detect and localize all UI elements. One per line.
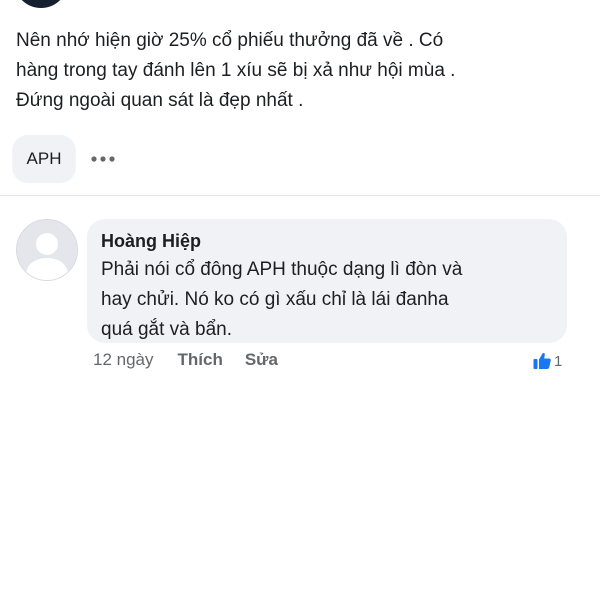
commenter-avatar[interactable] <box>16 219 78 281</box>
post-tag-row: APH <box>12 135 118 183</box>
comment-text-line: Phải nói cổ đông APH thuộc dạng lì đòn v… <box>101 259 463 280</box>
post-text: Nên nhớ hiện giờ 25% cổ phiếu thưởng đã … <box>16 26 586 116</box>
reaction-count: 1 <box>554 352 563 370</box>
post-text-line: Nên nhớ hiện giờ 25% cổ phiếu thưởng đã … <box>16 30 444 51</box>
reaction-summary[interactable]: 1 <box>532 350 562 372</box>
comment-actions: 12 ngày Thích Sửa <box>93 347 300 373</box>
more-horizontal-icon <box>91 156 115 162</box>
like-button[interactable]: Thích <box>178 350 223 370</box>
comment-bubble: Hoàng Hiệp Phải nói cổ đông APH thuộc dạ… <box>87 219 567 343</box>
default-user-avatar-icon <box>17 220 77 280</box>
post-text-line: Đứng ngoài quan sát là đẹp nhất . <box>16 90 304 111</box>
stock-tag-chip[interactable]: APH <box>12 135 76 183</box>
post-author-avatar[interactable] <box>14 0 68 8</box>
comment-text: Phải nói cổ đông APH thuộc dạng lì đòn v… <box>101 255 553 345</box>
comment-author-name[interactable]: Hoàng Hiệp <box>101 229 553 253</box>
thumbs-up-icon <box>533 352 551 369</box>
post-text-line: hàng trong tay đánh lên 1 xíu sẽ bị xả n… <box>16 60 456 81</box>
comment-timestamp[interactable]: 12 ngày <box>93 350 154 370</box>
section-divider <box>0 195 600 196</box>
edit-button[interactable]: Sửa <box>245 350 278 370</box>
page: Nên nhớ hiện giờ 25% cổ phiếu thưởng đã … <box>0 0 600 600</box>
more-options-button[interactable] <box>88 144 118 174</box>
comment-text-line: quá gắt và bẩn. <box>101 319 232 340</box>
comment-text-line: hay chửi. Nó ko có gì xấu chỉ là lái đan… <box>101 289 449 310</box>
